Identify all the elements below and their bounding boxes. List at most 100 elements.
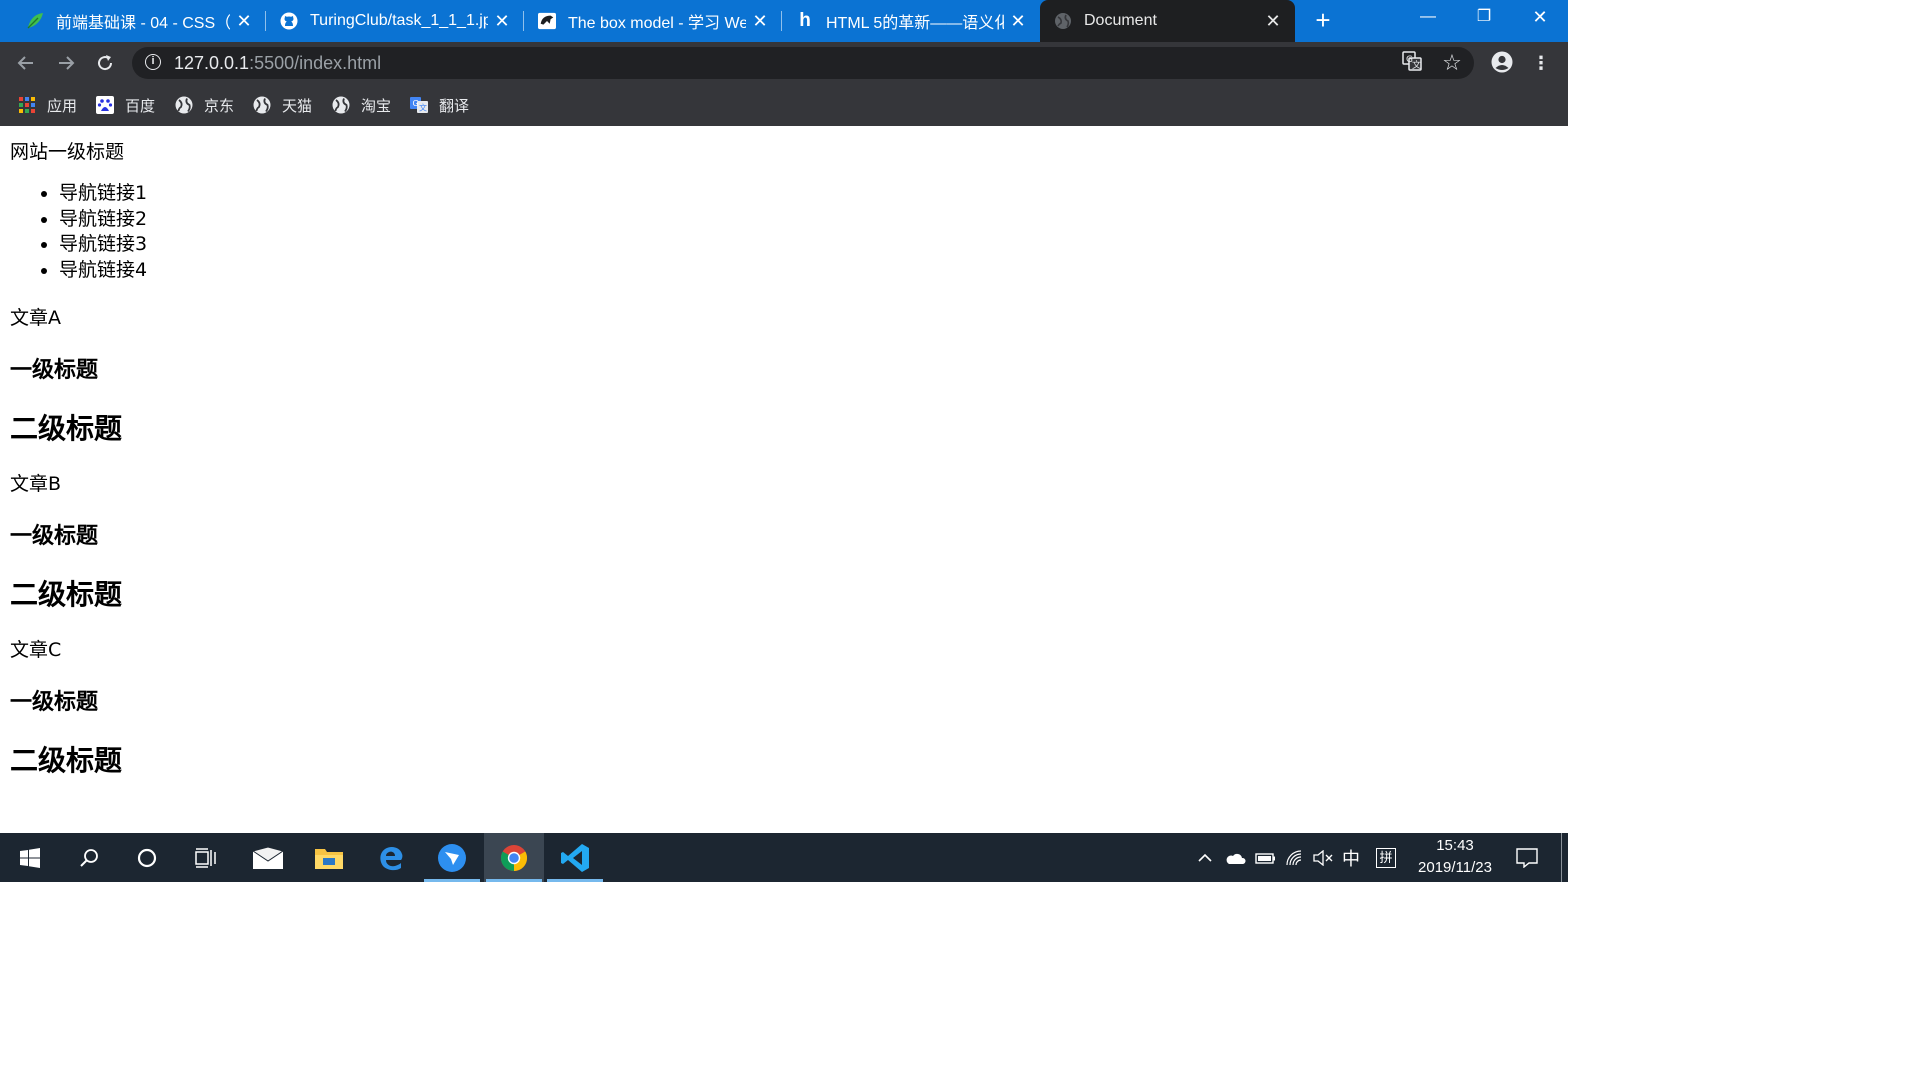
edge-icon (380, 846, 403, 870)
edge-app[interactable] (361, 833, 421, 882)
task-view-button[interactable] (176, 833, 236, 882)
article-heading-level-2: 二级标题 (10, 578, 123, 611)
article-heading-level-1: 一级标题 (10, 690, 99, 715)
tab-html5-semantics[interactable]: h HTML 5的革新——语义化 ✕ (782, 0, 1040, 42)
clock-time: 15:43 (1436, 837, 1474, 854)
wifi-icon[interactable] (1282, 833, 1308, 882)
reload-button[interactable] (92, 50, 118, 76)
tab-title: 前端基础课 - 04 - CSS（上 (56, 15, 230, 32)
restore-button[interactable]: ❐ (1456, 0, 1512, 36)
file-explorer-icon (315, 848, 343, 869)
article-name: 文章C (10, 639, 62, 661)
svg-text:G: G (413, 99, 419, 108)
translate-icon: G文 (410, 96, 428, 114)
tab-frontend-course[interactable]: 前端基础课 - 04 - CSS（上 ✕ (0, 0, 266, 42)
bookmark-apps[interactable]: 应用 (18, 93, 77, 117)
chrome-icon (500, 844, 528, 871)
tab-title: HTML 5的革新——语义化 (826, 15, 1004, 32)
feishu-icon (438, 843, 466, 872)
nav-link: 导航链接1 (59, 181, 147, 207)
bookmark-baidu[interactable]: 百度 (96, 93, 155, 117)
task-view-icon (195, 847, 216, 868)
url-text: 127.0.0.1:5500/index.html (174, 53, 382, 73)
system-clock[interactable]: 15:43 2019/11/23 (1405, 835, 1505, 879)
start-button[interactable] (0, 833, 60, 882)
mail-app[interactable] (238, 833, 298, 882)
site-title: 网站一级标题 (10, 141, 125, 163)
close-window-button[interactable]: ✕ (1512, 0, 1568, 36)
clock-date: 2019/11/23 (1418, 859, 1492, 876)
globe-icon (1054, 12, 1072, 30)
page-viewport: 网站一级标题 导航链接1 导航链接2 导航链接3 导航链接4 文章A 一级标题 … (0, 126, 1568, 833)
volume-muted-icon[interactable] (1310, 833, 1336, 882)
back-button[interactable] (13, 50, 39, 76)
browser-title-bar: 前端基础课 - 04 - CSS（上 ✕ TuringClub/task_1_1… (0, 0, 1568, 42)
bookmark-label: 天猫 (282, 97, 313, 115)
tab-title: The box model - 学习 Web (568, 15, 746, 32)
svg-text:文: 文 (419, 103, 427, 113)
vscode-icon (561, 843, 589, 872)
nav-link: 导航链接3 (59, 232, 147, 258)
close-icon[interactable]: ✕ (1010, 11, 1026, 32)
battery-icon[interactable] (1252, 833, 1278, 882)
bookmark-label: 淘宝 (361, 97, 392, 115)
info-icon[interactable]: i (145, 54, 161, 70)
tab-mdn-box-model[interactable]: The box model - 学习 Web ✕ (524, 0, 782, 42)
feishu-app[interactable] (422, 833, 482, 882)
bookmark-label: 百度 (125, 97, 156, 115)
address-bar[interactable]: i 127.0.0.1:5500/index.html G文 ☆ (132, 47, 1474, 79)
browser-toolbar: i 127.0.0.1:5500/index.html G文 ☆ ⋮ (0, 42, 1568, 84)
mail-icon (253, 846, 283, 869)
h-icon: h (799, 10, 811, 31)
globe-icon (253, 96, 271, 114)
article-heading-level-1: 一级标题 (10, 524, 99, 549)
article-name: 文章A (10, 307, 61, 329)
tab-document[interactable]: Document ✕ (1040, 0, 1295, 42)
bookmark-tmall[interactable]: 天猫 (253, 93, 312, 117)
leaf-icon (26, 12, 44, 30)
new-tab-button[interactable]: + (1309, 6, 1337, 34)
svg-text:文: 文 (1412, 59, 1421, 71)
show-desktop-divider[interactable] (1561, 833, 1562, 882)
minimize-button[interactable]: — (1400, 0, 1456, 36)
show-hidden-icons-button[interactable] (1192, 833, 1218, 882)
tab-github-task[interactable]: TuringClub/task_1_1_1.jpg ✕ (266, 0, 524, 42)
nav-link: 导航链接4 (59, 258, 147, 284)
article-heading-level-2: 二级标题 (10, 412, 123, 445)
file-explorer-app[interactable] (299, 833, 359, 882)
vscode-app[interactable] (545, 833, 605, 882)
close-icon[interactable]: ✕ (494, 11, 510, 32)
close-icon[interactable]: ✕ (1265, 11, 1281, 32)
globe-icon (175, 96, 193, 114)
bookmarks-bar: 应用 百度 京东 天猫 淘宝 G文 翻译 (0, 84, 1568, 126)
baidu-icon (96, 96, 114, 114)
menu-kebab-icon[interactable]: ⋮ (1529, 51, 1553, 75)
onedrive-icon[interactable] (1222, 833, 1248, 882)
bookmark-translate[interactable]: G文 翻译 (410, 93, 469, 117)
action-center-button[interactable] (1512, 833, 1542, 882)
forward-button[interactable] (53, 50, 79, 76)
article-name: 文章B (10, 473, 62, 495)
profile-icon[interactable] (1490, 51, 1514, 75)
cortana-icon (137, 848, 157, 867)
search-icon (80, 848, 98, 867)
close-icon[interactable]: ✕ (236, 11, 252, 32)
search-button[interactable] (59, 833, 119, 882)
article-heading-level-1: 一级标题 (10, 358, 99, 383)
mdn-icon (538, 12, 556, 30)
bookmark-taobao[interactable]: 淘宝 (332, 93, 391, 117)
translate-icon[interactable]: G文 (1400, 51, 1424, 75)
windows-taskbar: 中 拼 15:43 2019/11/23 (0, 833, 1568, 882)
tab-title: TuringClub/task_1_1_1.jpg (310, 12, 488, 29)
chrome-app[interactable] (484, 833, 544, 882)
start-icon (20, 847, 40, 868)
bookmark-jd[interactable]: 京东 (175, 93, 234, 117)
tab-title: Document (1084, 12, 1157, 29)
notification-icon (1516, 847, 1538, 868)
ime-mode-indicator[interactable]: 拼 (1373, 833, 1399, 882)
close-icon[interactable]: ✕ (752, 11, 768, 32)
star-icon[interactable]: ☆ (1440, 51, 1464, 75)
ime-language-indicator[interactable]: 中 (1338, 833, 1364, 882)
arrow-right-icon (59, 56, 75, 70)
cortana-button[interactable] (117, 833, 177, 882)
